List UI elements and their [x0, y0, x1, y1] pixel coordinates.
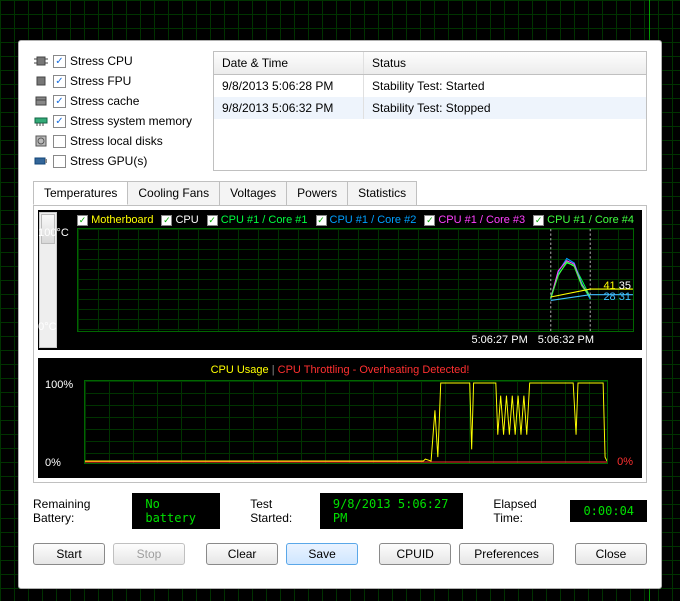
tab-bar: Temperatures Cooling Fans Voltages Power…: [33, 181, 647, 205]
stress-mem-label: Stress system memory: [70, 114, 192, 128]
cpu-usage-chart: CPU Usage | CPU Throttling - Overheating…: [38, 358, 642, 478]
stress-options: Stress CPU Stress FPU Stress cache Stres…: [33, 51, 203, 171]
memory-icon: [33, 113, 49, 129]
stress-disks-checkbox[interactable]: [53, 135, 66, 148]
temp-lines: [78, 229, 633, 331]
stress-fpu-label: Stress FPU: [70, 74, 131, 88]
stop-button[interactable]: Stop: [113, 543, 185, 565]
log-row[interactable]: 9/8/2013 5:06:28 PM Stability Test: Star…: [214, 75, 646, 97]
throttle-current-value: 0%: [617, 456, 633, 468]
stress-gpu-label: Stress GPU(s): [70, 154, 147, 168]
log-cell-time: 9/8/2013 5:06:32 PM: [214, 97, 364, 119]
tab-voltages[interactable]: Voltages: [219, 181, 287, 205]
header-datetime[interactable]: Date & Time: [214, 52, 364, 74]
temp-current-readouts: 41 35 28 31: [603, 281, 631, 303]
cpuid-button[interactable]: CPUID: [379, 543, 451, 565]
stress-gpu-checkbox[interactable]: [53, 155, 66, 168]
temp-legend: Motherboard CPU CPU #1 / Core #1 CPU #1 …: [77, 214, 634, 226]
close-button[interactable]: Close: [575, 543, 647, 565]
save-button[interactable]: Save: [286, 543, 358, 565]
started-value: 9/8/2013 5:06:27 PM: [320, 493, 464, 529]
stress-disks-label: Stress local disks: [70, 134, 163, 148]
cpu-chip-icon: [33, 53, 49, 69]
elapsed-value: 0:00:04: [570, 500, 647, 522]
elapsed-label: Elapsed Time:: [493, 497, 558, 525]
stress-cpu-checkbox[interactable]: [53, 55, 66, 68]
temp-plot-area[interactable]: 100°C 0°C 41 35: [77, 228, 634, 332]
event-log-header: Date & Time Status: [214, 52, 646, 75]
disk-icon: [33, 133, 49, 149]
legend-cpu-usage: CPU Usage: [211, 364, 269, 376]
temp-axis-min: 0°C: [38, 321, 56, 333]
usage-legend: CPU Usage | CPU Throttling - Overheating…: [44, 364, 636, 376]
gpu-icon: [33, 153, 49, 169]
log-cell-time: 9/8/2013 5:06:28 PM: [214, 75, 364, 97]
started-label: Test Started:: [250, 497, 308, 525]
temperature-chart: Motherboard CPU CPU #1 / Core #1 CPU #1 …: [38, 210, 642, 350]
temp-axis-max: 100°C: [38, 227, 69, 239]
usage-lines: [85, 381, 607, 463]
start-button[interactable]: Start: [33, 543, 105, 565]
usage-plot-area[interactable]: 100% 0% 0%: [84, 380, 608, 464]
battery-value: No battery: [132, 493, 220, 529]
temp-time-axis: 5:06:27 PM 5:06:32 PM: [77, 334, 634, 346]
tab-temperatures[interactable]: Temperatures: [33, 181, 128, 205]
usage-axis-min: 0%: [45, 457, 61, 469]
tab-cooling-fans[interactable]: Cooling Fans: [127, 181, 220, 205]
fpu-chip-icon: [33, 73, 49, 89]
legend-core2[interactable]: CPU #1 / Core #2: [316, 214, 417, 226]
stress-fpu-checkbox[interactable]: [53, 75, 66, 88]
log-row[interactable]: 9/8/2013 5:06:32 PM Stability Test: Stop…: [214, 97, 646, 119]
legend-core3[interactable]: CPU #1 / Core #3: [424, 214, 525, 226]
stress-fpu-row: Stress FPU: [33, 71, 203, 91]
tab-statistics[interactable]: Statistics: [347, 181, 417, 205]
stress-cpu-label: Stress CPU: [70, 54, 133, 68]
stress-disks-row: Stress local disks: [33, 131, 203, 151]
usage-axis-max: 100%: [45, 379, 73, 391]
log-cell-status: Stability Test: Started: [364, 75, 646, 97]
battery-label: Remaining Battery:: [33, 497, 120, 525]
header-status[interactable]: Status: [364, 52, 646, 74]
clear-button[interactable]: Clear: [206, 543, 278, 565]
stress-cpu-row: Stress CPU: [33, 51, 203, 71]
stress-gpu-row: Stress GPU(s): [33, 151, 203, 171]
tab-powers[interactable]: Powers: [286, 181, 348, 205]
legend-core1[interactable]: CPU #1 / Core #1: [207, 214, 308, 226]
stress-mem-row: Stress system memory: [33, 111, 203, 131]
legend-throttling: CPU Throttling - Overheating Detected!: [278, 364, 470, 376]
status-bar: Remaining Battery: No battery Test Start…: [33, 493, 647, 529]
stress-cache-checkbox[interactable]: [53, 95, 66, 108]
legend-core4[interactable]: CPU #1 / Core #4: [533, 214, 634, 226]
stress-cache-row: Stress cache: [33, 91, 203, 111]
preferences-button[interactable]: Preferences: [459, 543, 554, 565]
event-log: Date & Time Status 9/8/2013 5:06:28 PM S…: [213, 51, 647, 171]
button-bar: Start Stop Clear Save CPUID Preferences …: [33, 543, 647, 565]
legend-motherboard[interactable]: Motherboard: [77, 214, 153, 226]
stress-mem-checkbox[interactable]: [53, 115, 66, 128]
stress-cache-label: Stress cache: [70, 94, 139, 108]
log-cell-status: Stability Test: Stopped: [364, 97, 646, 119]
main-panel: Stress CPU Stress FPU Stress cache Stres…: [18, 40, 662, 589]
cache-icon: [33, 93, 49, 109]
legend-cpu[interactable]: CPU: [161, 214, 198, 226]
tab-panel: Motherboard CPU CPU #1 / Core #1 CPU #1 …: [33, 205, 647, 483]
